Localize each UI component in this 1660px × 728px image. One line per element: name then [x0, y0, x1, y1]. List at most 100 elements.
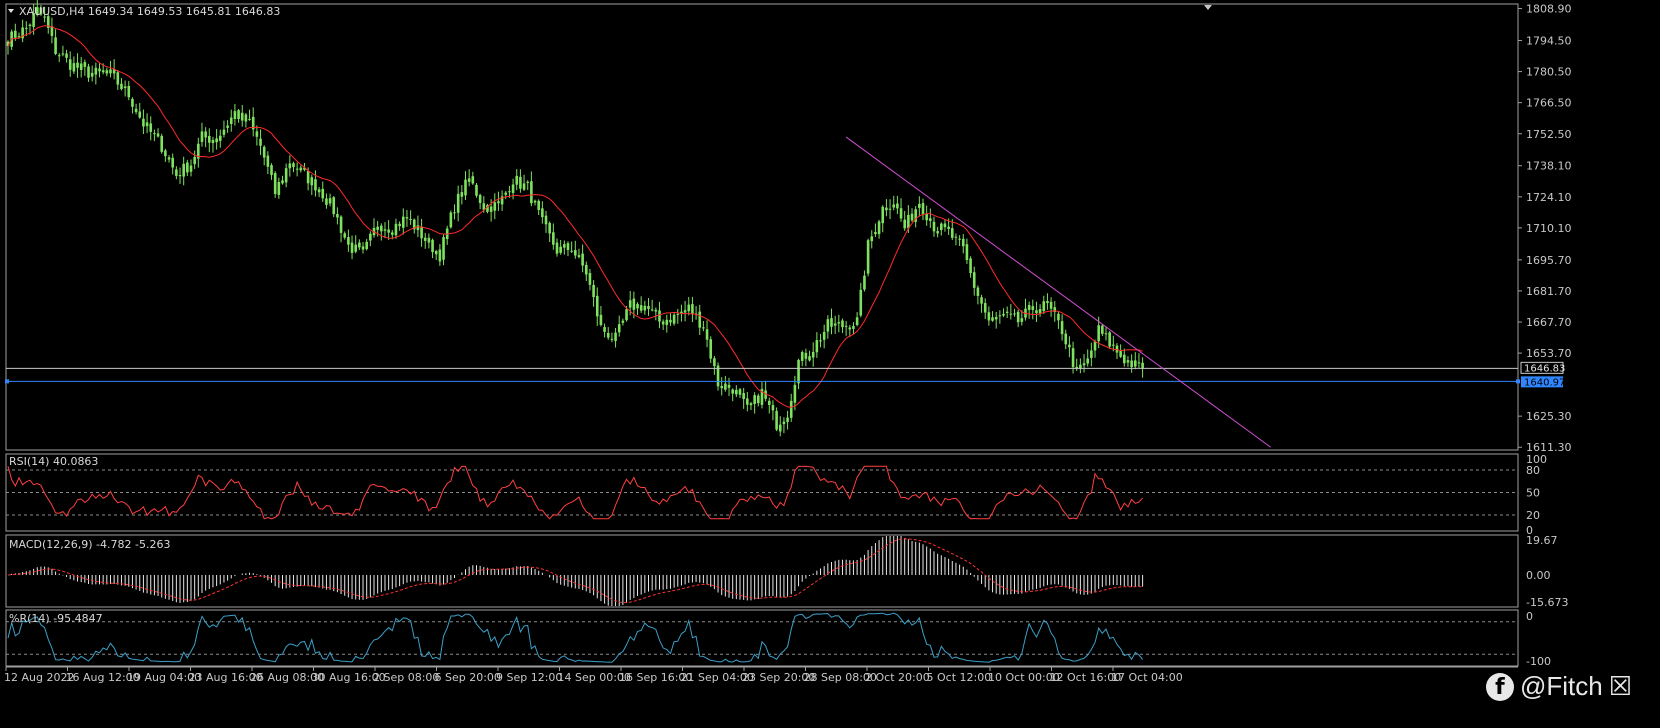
candle-body: [841, 320, 844, 328]
candle-body: [1126, 360, 1130, 363]
candle-body: [731, 389, 734, 394]
candle-body: [314, 179, 317, 191]
candle-body: [361, 246, 365, 250]
candle-body: [292, 163, 295, 168]
candle-body: [800, 352, 804, 361]
candle-body: [991, 317, 994, 321]
wpr-line: [7, 612, 1143, 663]
candle-body: [896, 203, 899, 209]
candle-body: [778, 424, 782, 432]
candle-body: [218, 135, 222, 141]
candle-body: [321, 188, 325, 199]
candle-body: [936, 231, 939, 234]
candle-body: [105, 70, 109, 74]
scroll-marker-icon[interactable]: [1204, 5, 1212, 10]
candle-body: [724, 383, 727, 390]
candle-body: [870, 236, 874, 242]
candle-body: [925, 213, 928, 221]
candle-body: [416, 225, 420, 231]
candle-body: [1071, 348, 1075, 368]
wpr-title: %R(14) -95.4847: [9, 612, 103, 625]
candle-body: [844, 325, 848, 327]
candle-body: [262, 146, 266, 158]
candle-body: [969, 258, 972, 274]
candle-body: [1082, 363, 1086, 366]
candle-body: [145, 122, 149, 127]
candle-body: [1108, 332, 1111, 347]
price-tick-label: 1625.30: [1526, 410, 1572, 423]
candle-body: [713, 358, 716, 367]
candle-body: [595, 295, 599, 317]
candle-body: [1097, 325, 1100, 342]
candle-body: [1123, 354, 1126, 364]
candle-body: [980, 297, 983, 304]
candle-body: [226, 125, 229, 128]
main-pane[interactable]: XAUUSD,H4 1649.34 1649.53 1645.81 1646.8…: [5, 0, 1572, 454]
candle-body: [369, 233, 372, 241]
candle-body: [142, 118, 145, 127]
candle-body: [438, 249, 442, 262]
macd-histogram: [11, 536, 1144, 606]
candle-body: [153, 133, 156, 135]
time-tick-label: 17 Oct 04:00: [1111, 671, 1183, 684]
rsi-pane[interactable]: RSI(14) 40.0863 1008050200: [5, 453, 1547, 537]
support-handle-left: [5, 379, 9, 384]
candle-body: [310, 177, 314, 186]
price-tick-label: 1780.50: [1526, 66, 1572, 79]
candle-body: [1064, 333, 1068, 345]
candle-body: [1042, 301, 1046, 312]
time-tick-label: 12 Aug 2022: [4, 671, 74, 684]
wpr-pane[interactable]: %R(14) -95.4847 0 -100: [5, 609, 1551, 668]
candle-body: [123, 86, 127, 89]
candle-body: [584, 264, 588, 275]
candle-body: [940, 223, 943, 231]
candle-body: [826, 319, 830, 332]
candle-body: [954, 236, 958, 238]
candle-body: [1009, 313, 1013, 315]
candle-body: [1060, 321, 1064, 335]
candle-body: [182, 163, 185, 177]
candle-body: [504, 192, 508, 195]
candle-body: [775, 410, 778, 430]
price-tick-label: 1653.70: [1526, 347, 1572, 360]
candle-body: [156, 133, 160, 137]
candle-body: [742, 393, 745, 400]
candle-body: [87, 66, 90, 78]
macd-title: MACD(12,26,9) -4.782 -5.263: [9, 538, 170, 551]
price-tick-label: 1766.50: [1526, 97, 1572, 110]
candle-body: [401, 216, 405, 228]
macd-pane[interactable]: MACD(12,26,9) -4.782 -5.263 19.67 0.00 -15…: [5, 534, 1568, 609]
time-axis[interactable]: 12 Aug 202216 Aug 12:0019 Aug 04:0023 Au…: [4, 666, 1518, 684]
candle-body: [1137, 362, 1141, 364]
candle-body: [208, 136, 211, 143]
candle-body: [698, 311, 702, 328]
candle-body: [735, 389, 738, 395]
candle-body: [738, 389, 742, 395]
candle-body: [563, 244, 566, 248]
candle-body: [489, 206, 493, 212]
trend-line[interactable]: [845, 136, 1271, 448]
candle-body: [885, 207, 888, 211]
candle-body: [244, 114, 248, 122]
candle-body: [617, 324, 621, 333]
candle-body: [639, 305, 643, 311]
candle-body: [1031, 306, 1035, 310]
bid-price-tag: 1646.83: [1520, 361, 1565, 374]
candle-body: [391, 232, 394, 235]
candle-body: [1112, 344, 1115, 346]
candle-body: [658, 310, 661, 322]
candle-body: [193, 156, 196, 165]
candle-body: [471, 176, 475, 184]
candle-body: [83, 62, 87, 67]
candle-body: [325, 198, 328, 205]
candle-body: [603, 327, 606, 332]
candle-body: [57, 55, 61, 57]
candle-body: [705, 329, 709, 340]
candle-body: [277, 182, 281, 195]
menu-arrow-icon[interactable]: [8, 9, 14, 13]
candle-body: [522, 183, 526, 190]
wpr-tick-label: 0: [1526, 610, 1533, 623]
candle-body: [983, 303, 987, 313]
candle-body: [972, 272, 976, 288]
candle-body: [398, 223, 401, 227]
